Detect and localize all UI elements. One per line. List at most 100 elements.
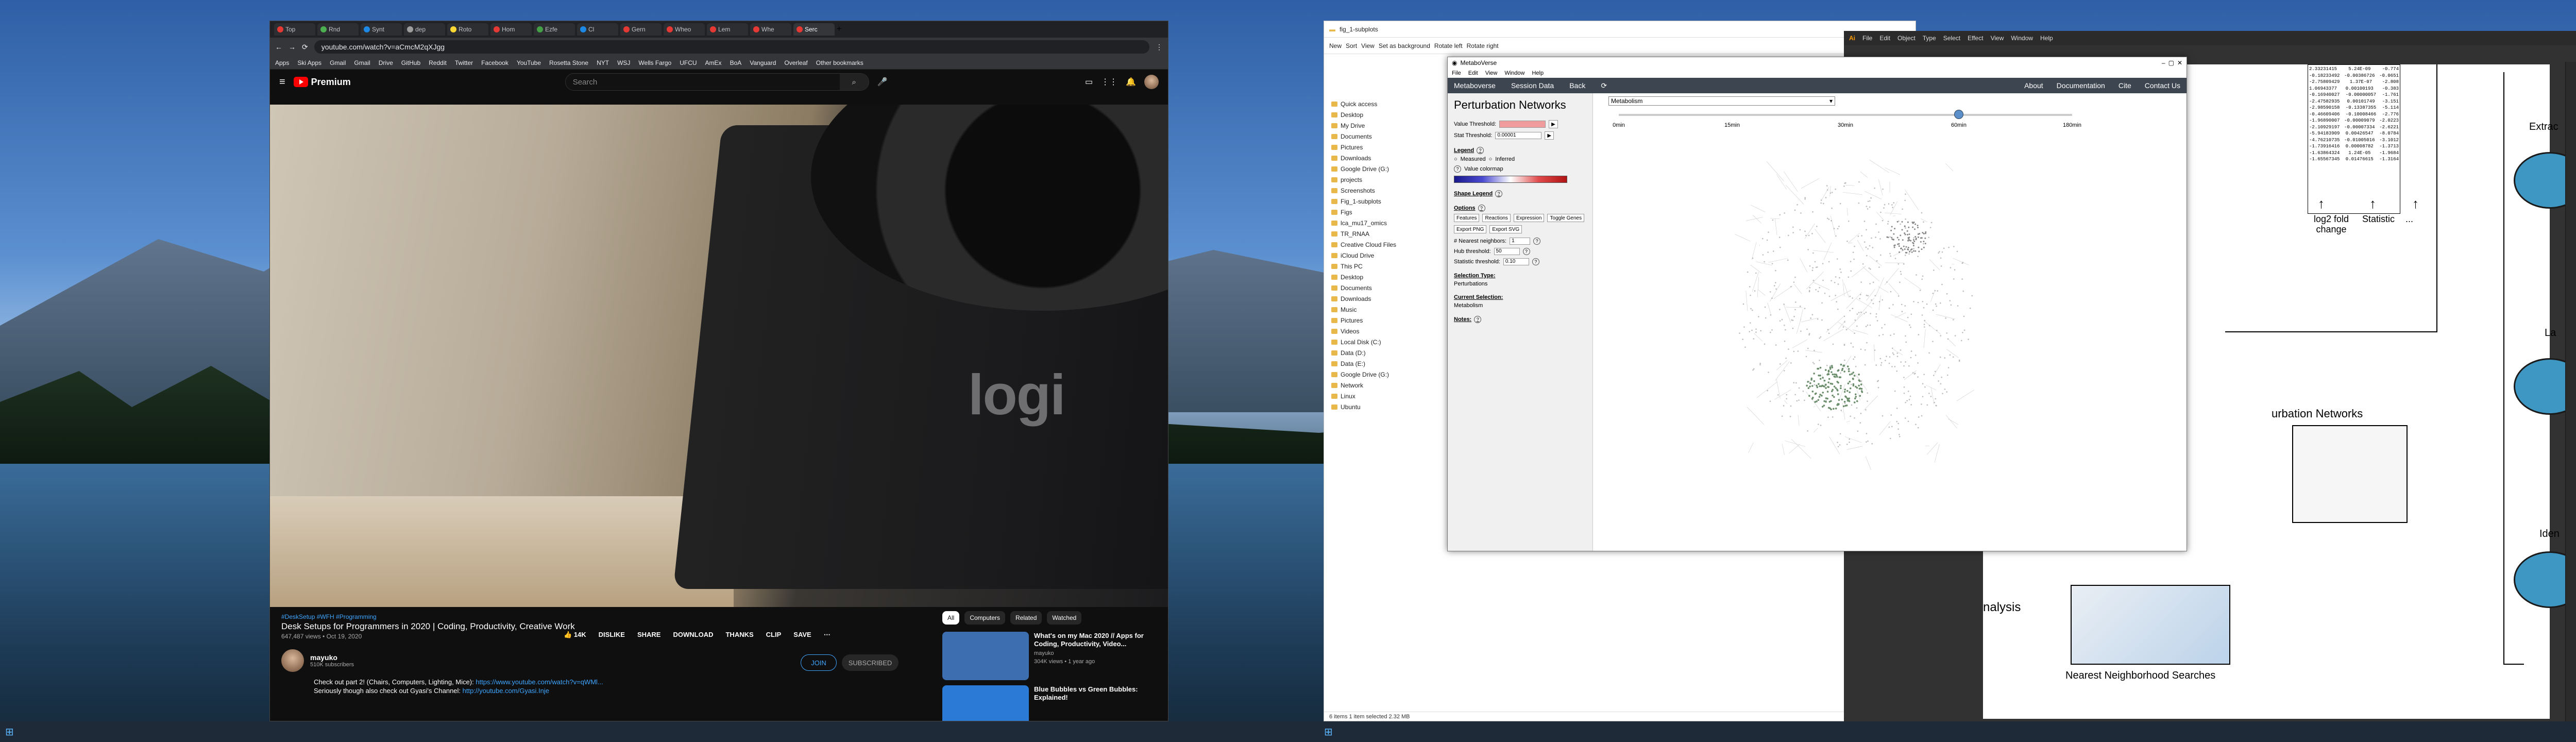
network-node[interactable] [1888, 203, 1890, 205]
explorer-nav-item[interactable]: Quick access [1324, 98, 1417, 109]
network-plot[interactable]: Metabolism ▾ 0min 15min 30min 60min 180min [1593, 93, 2187, 551]
network-node[interactable] [1846, 390, 1849, 392]
network-node[interactable] [1811, 314, 1814, 315]
start-icon[interactable]: ⊞ [5, 726, 14, 738]
network-node[interactable] [1808, 334, 1810, 336]
network-node[interactable] [1808, 290, 1810, 292]
option-button[interactable]: Export PNG [1454, 225, 1487, 233]
network-node[interactable] [1809, 385, 1811, 387]
network-node[interactable] [1864, 364, 1866, 366]
network-node[interactable] [1917, 301, 1919, 303]
network-node[interactable] [1827, 381, 1829, 383]
desc-link-2[interactable]: http://youtube.com/Gyasi.Inje [463, 687, 549, 695]
network-node[interactable] [1822, 263, 1824, 264]
network-node[interactable] [1900, 271, 1902, 273]
explorer-nav-item[interactable]: Pictures [1324, 315, 1417, 326]
network-node[interactable] [1778, 237, 1781, 238]
network-node[interactable] [1908, 399, 1910, 400]
network-node[interactable] [1816, 226, 1818, 227]
network-node[interactable] [1845, 396, 1848, 398]
network-node[interactable] [1858, 373, 1860, 376]
network-node[interactable] [1923, 324, 1925, 325]
network-node[interactable] [1963, 329, 1965, 331]
network-node[interactable] [1941, 283, 1943, 285]
network-node[interactable] [1813, 373, 1815, 375]
network-node[interactable] [1938, 252, 1939, 254]
network-node[interactable] [1912, 243, 1914, 245]
minimize-icon[interactable]: – [2162, 59, 2165, 66]
network-node[interactable] [1828, 295, 1831, 297]
network-node[interactable] [1828, 378, 1831, 380]
network-node[interactable] [1900, 234, 1902, 237]
network-node[interactable] [1784, 324, 1785, 326]
network-node[interactable] [1750, 294, 1751, 296]
network-node[interactable] [1816, 266, 1818, 268]
network-node[interactable] [1880, 362, 1883, 364]
network-node[interactable] [1753, 338, 1755, 340]
network-node[interactable] [1820, 199, 1822, 201]
network-node[interactable] [1809, 382, 1811, 384]
network-node[interactable] [1893, 246, 1895, 248]
bookmark-item[interactable]: WSJ [617, 59, 630, 66]
network-node[interactable] [1968, 339, 1969, 340]
network-node[interactable] [1814, 349, 1815, 351]
network-node[interactable] [1846, 365, 1849, 367]
recommendation-thumbnail[interactable] [942, 632, 1029, 680]
explorer-toolbar-item[interactable]: Sort [1346, 42, 1357, 49]
network-node[interactable] [1935, 303, 1937, 305]
network-node[interactable] [1867, 324, 1869, 326]
network-node[interactable] [1923, 246, 1925, 248]
network-node[interactable] [1836, 301, 1837, 302]
network-node[interactable] [1907, 247, 1909, 249]
network-node[interactable] [1760, 330, 1762, 332]
network-node[interactable] [1899, 251, 1901, 253]
network-node[interactable] [1872, 302, 1874, 305]
network-node[interactable] [1882, 220, 1884, 222]
network-node[interactable] [1867, 200, 1869, 203]
network-node[interactable] [1842, 326, 1844, 328]
bookmark-item[interactable]: GitHub [401, 59, 420, 66]
network-node[interactable] [1817, 318, 1819, 320]
network-node[interactable] [1817, 399, 1820, 401]
network-node[interactable] [1848, 370, 1850, 373]
menu-item[interactable]: View [1991, 35, 2004, 42]
network-node[interactable] [1922, 300, 1924, 302]
network-node[interactable] [1815, 289, 1817, 291]
network-node[interactable] [1860, 380, 1862, 382]
network-node[interactable] [1871, 443, 1873, 445]
network-node[interactable] [1889, 236, 1891, 238]
network-node[interactable] [1903, 365, 1905, 367]
network-node[interactable] [1863, 241, 1866, 243]
network-node[interactable] [1794, 309, 1796, 311]
network-node[interactable] [1785, 357, 1787, 359]
explorer-nav-item[interactable]: Desktop [1324, 109, 1417, 120]
network-node[interactable] [1926, 404, 1928, 406]
network-node[interactable] [1784, 212, 1785, 214]
nav-about[interactable]: About [2024, 81, 2043, 90]
network-node[interactable] [1742, 339, 1743, 340]
network-node[interactable] [1896, 221, 1899, 223]
more-icon[interactable]: ⋯ [824, 631, 831, 639]
nav-brand[interactable]: Metaboverse [1454, 81, 1496, 90]
refresh-icon[interactable]: ⟳ [1601, 81, 1607, 90]
network-node[interactable] [1935, 398, 1936, 400]
network-node[interactable] [1834, 373, 1836, 376]
explorer-nav-item[interactable]: Documents [1324, 282, 1417, 293]
network-node[interactable] [1934, 401, 1935, 403]
network-node[interactable] [1814, 384, 1816, 385]
network-node[interactable] [1854, 332, 1855, 334]
option-button[interactable]: Export SVG [1489, 225, 1522, 233]
value-threshold-input[interactable] [1499, 121, 1546, 128]
network-node[interactable] [1783, 405, 1785, 407]
subscribed-button[interactable]: SUBSCRIBED [842, 654, 899, 671]
network-node[interactable] [1919, 290, 1921, 291]
network-node[interactable] [1761, 238, 1764, 240]
network-node[interactable] [1799, 306, 1801, 307]
network-node[interactable] [1888, 362, 1890, 364]
network-node[interactable] [1939, 356, 1941, 358]
network-node[interactable] [1771, 263, 1773, 264]
network-node[interactable] [1890, 291, 1892, 293]
network-node[interactable] [1848, 276, 1850, 278]
network-node[interactable] [1874, 349, 1876, 351]
bookmark-item[interactable]: Vanguard [750, 59, 776, 66]
